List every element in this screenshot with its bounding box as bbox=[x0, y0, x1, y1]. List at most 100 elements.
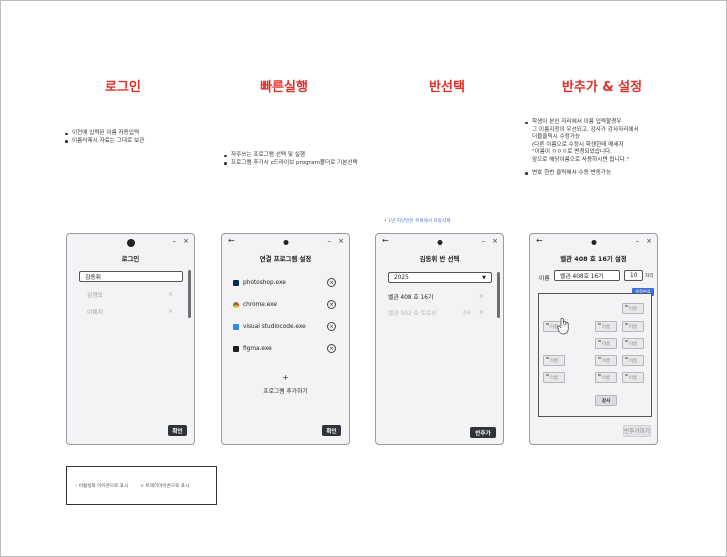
note-login-2: 이름삭제시 자료는 그대로 보관 bbox=[64, 138, 144, 146]
seat[interactable]: 이름 bbox=[622, 321, 644, 332]
minimize-icon: – bbox=[75, 483, 78, 489]
minimize-icon[interactable]: – bbox=[173, 237, 177, 245]
seat[interactable]: 이름 bbox=[622, 355, 644, 366]
app-logo-icon bbox=[283, 240, 288, 245]
login-title: 로그인 bbox=[121, 255, 140, 263]
delete-icon[interactable]: × bbox=[479, 293, 484, 300]
saved-name-row[interactable]: 김경모 × bbox=[87, 290, 173, 299]
remove-icon[interactable]: × bbox=[327, 278, 336, 287]
class-name: 벨관 408 호 16기 bbox=[388, 295, 434, 301]
heading-extract-settings: 반추가 & 설정 bbox=[561, 80, 643, 95]
add-icon[interactable]: + bbox=[222, 373, 349, 382]
class-row[interactable]: 벨관 502 호 토토상 종료 × bbox=[388, 308, 484, 317]
note-settings-line: "이름이 ㅇㅇㅇ로 변경되었습니다. bbox=[532, 149, 612, 156]
app-logo-icon bbox=[591, 240, 596, 245]
minimize-icon[interactable]: – bbox=[482, 237, 486, 245]
back-arrow-icon[interactable]: ← bbox=[228, 236, 235, 245]
seat[interactable]: 이름 bbox=[622, 338, 644, 349]
scrollbar[interactable] bbox=[497, 272, 500, 318]
login-window: – × 로그인 김동휘 김경모 × 이예지 × 확인 bbox=[66, 233, 195, 445]
quick-run-title: 연결 프로그램 설정 bbox=[259, 255, 312, 263]
window-controls: – × bbox=[636, 237, 652, 245]
note-settings-line: 앞으로 해당이름으로 사용하시면 됩니다." bbox=[532, 156, 630, 163]
close-icon[interactable]: × bbox=[338, 237, 344, 245]
window-controls: – × bbox=[173, 237, 189, 245]
extract-button[interactable]: 반추가 bbox=[470, 427, 496, 438]
heading-login: 로그인 bbox=[105, 80, 141, 95]
notes-login: 이전에 입력된 이름 자동입력 이름삭제시 자료는 그대로 보관 bbox=[64, 130, 144, 145]
seat[interactable]: 이름 bbox=[543, 372, 565, 383]
chevron-down-icon[interactable]: ▼ bbox=[482, 275, 486, 281]
class-select-title: 김동휘 반 선택 bbox=[419, 255, 460, 263]
saved-name: 이예지 bbox=[87, 310, 103, 316]
close-icon[interactable]: × bbox=[492, 237, 498, 245]
confirm-button[interactable]: 확인 bbox=[322, 425, 341, 436]
saved-name: 김경모 bbox=[87, 293, 103, 299]
note-settings-line: 더블클릭시 수정가능 bbox=[532, 134, 581, 141]
program-item[interactable]: visual studiocode.exe × bbox=[233, 322, 339, 332]
program-item[interactable]: figma.exe × bbox=[233, 344, 339, 354]
program-name: chrome.exe bbox=[243, 302, 278, 308]
name-label: 이름 bbox=[539, 276, 550, 282]
legend-minimize-label: 비활성화 아이콘으로 표시 bbox=[78, 483, 129, 489]
app-logo-icon bbox=[126, 239, 135, 247]
class-row-actions: 종료 × bbox=[463, 309, 484, 316]
class-settings-window: ← – × 벨관 408 호 16기 설정 이름 벨관 408호 16기 10 … bbox=[529, 233, 658, 445]
notes-quick-run: 자주쓰는 프로그램 선택 및 실행 프로그램 추가시 c드라이브 program… bbox=[223, 152, 358, 167]
class-row[interactable]: 벨관 408 호 16기 × bbox=[388, 292, 484, 301]
class-status: 종료 bbox=[462, 310, 471, 316]
seat[interactable]: 이름 bbox=[595, 355, 617, 366]
minimize-icon[interactable]: – bbox=[636, 237, 640, 245]
back-arrow-icon[interactable]: ← bbox=[536, 236, 543, 245]
scrollbar[interactable] bbox=[188, 270, 191, 318]
notes-settings: 학생이 본인 자리에서 이름 입력할경우 그 이름지정이 우선되고, 강사가 강… bbox=[524, 119, 639, 177]
seat[interactable]: 이름 bbox=[622, 372, 644, 383]
legend-close-label: 트레이아이콘으로 표시 bbox=[145, 483, 190, 489]
note-settings-1: 학생이 본인 자리에서 이름 입력할경우 bbox=[524, 119, 639, 127]
add-class-button[interactable]: 반추가하기 bbox=[623, 425, 651, 437]
figma-icon bbox=[233, 346, 239, 352]
delete-icon[interactable]: × bbox=[168, 308, 173, 315]
delete-icon[interactable]: × bbox=[168, 291, 173, 298]
program-name: photoshop.exe bbox=[243, 280, 286, 286]
settings-title: 벨관 408 호 16기 설정 bbox=[560, 255, 627, 263]
program-name: figma.exe bbox=[243, 346, 272, 352]
close-icon: × bbox=[140, 483, 145, 489]
icon-legend: – 비활성화 아이콘으로 표시 × 트레이아이콘으로 표시 bbox=[66, 466, 217, 505]
close-icon[interactable]: × bbox=[183, 237, 189, 245]
seat[interactable]: 이름 bbox=[543, 355, 565, 366]
vscode-icon bbox=[233, 324, 239, 330]
class-select-window: ← – × 김동휘 반 선택 2025 ▼ 벨관 408 호 16기 × 벨관 … bbox=[375, 233, 504, 445]
confirm-button[interactable]: 확인 bbox=[168, 425, 187, 436]
saved-name-row[interactable]: 이예지 × bbox=[87, 307, 173, 316]
seat[interactable]: 이름 bbox=[595, 372, 617, 383]
close-icon[interactable]: × bbox=[646, 237, 652, 245]
year-select[interactable]: 2025 ▼ bbox=[388, 272, 492, 283]
window-controls: – × bbox=[482, 237, 498, 245]
program-name: visual studiocode.exe bbox=[243, 324, 306, 330]
remove-icon[interactable]: × bbox=[327, 344, 336, 353]
name-input[interactable]: 김동휘 bbox=[79, 271, 183, 282]
window-controls: – × bbox=[328, 237, 344, 245]
photoshop-icon bbox=[233, 280, 239, 286]
back-arrow-icon[interactable]: ← bbox=[382, 236, 389, 245]
seat[interactable]: 이름 bbox=[595, 321, 617, 332]
note-quick-2: 프로그램 추가시 c드라이브 program폴더로 기본선택 bbox=[223, 160, 358, 168]
seat[interactable]: 이름 bbox=[622, 303, 644, 314]
program-item[interactable]: chrome.exe × bbox=[233, 300, 339, 310]
seat-map: 이름 이름 이름 이름 이름 이름 이름 이름 이름 이름 이름 이름 강사 bbox=[538, 293, 652, 417]
program-item[interactable]: photoshop.exe × bbox=[233, 278, 339, 288]
seat-count-input[interactable]: 10 bbox=[624, 270, 643, 281]
add-program-link[interactable]: 프로그램 추가하기 bbox=[222, 386, 349, 395]
seat[interactable]: 이름 bbox=[595, 338, 617, 349]
legend-close-item: × 트레이아이콘으로 표시 bbox=[140, 483, 189, 489]
minimize-icon[interactable]: – bbox=[328, 237, 332, 245]
remove-icon[interactable]: × bbox=[327, 322, 336, 331]
class-name-input[interactable]: 벨관 408호 16기 bbox=[554, 270, 620, 281]
note-quick-1: 자주쓰는 프로그램 선택 및 실행 bbox=[223, 152, 358, 160]
teacher-seat[interactable]: 강사 bbox=[595, 395, 617, 406]
remove-icon[interactable]: × bbox=[327, 300, 336, 309]
delete-icon[interactable]: × bbox=[479, 309, 484, 316]
note-login-1: 이전에 입력된 이름 자동입력 bbox=[64, 130, 144, 138]
quick-run-window: ← – × 연결 프로그램 설정 photoshop.exe × chrome.… bbox=[221, 233, 350, 445]
